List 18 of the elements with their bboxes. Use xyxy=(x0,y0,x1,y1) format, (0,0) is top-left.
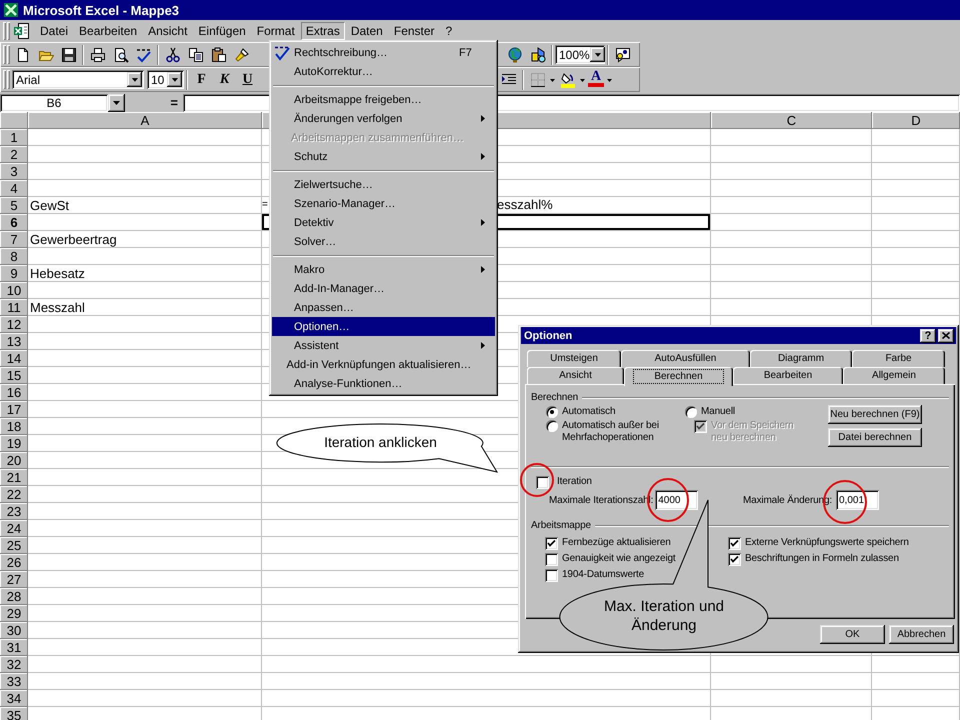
checkbox-label: Vor dem Speichern neu berechnen xyxy=(711,420,794,444)
dialog-title: Optionen xyxy=(524,330,572,342)
checkbox-label: Externe Verknüpfungswerte speichern xyxy=(745,537,909,549)
cell-text: = xyxy=(262,198,268,212)
cell-text: esszahl% xyxy=(497,197,553,213)
checkbox-label: Genauigkeit wie angezeigt xyxy=(562,553,676,565)
radio-label: Automatisch xyxy=(562,406,616,418)
radio-label: Automatisch außer bei Mehrfachoperationen xyxy=(562,420,660,444)
group-label: Arbeitsmappe xyxy=(531,520,591,531)
checkbox-label: 1904-Datumswerte xyxy=(562,569,644,581)
group-label: Berechnen xyxy=(531,392,578,403)
checkbox-label: Fernbezüge aktualisieren xyxy=(562,537,671,549)
callout-text: Max. Iteration und Änderung xyxy=(602,597,726,635)
window-title: Microsoft Excel - Mappe3 xyxy=(23,2,180,18)
checkbox-label: Iteration xyxy=(557,476,592,488)
radio-label: Manuell xyxy=(701,406,735,418)
callout-text: Iteration anklicken xyxy=(323,434,438,450)
checkbox-label: Beschriftungen in Formeln zulassen xyxy=(745,553,899,565)
